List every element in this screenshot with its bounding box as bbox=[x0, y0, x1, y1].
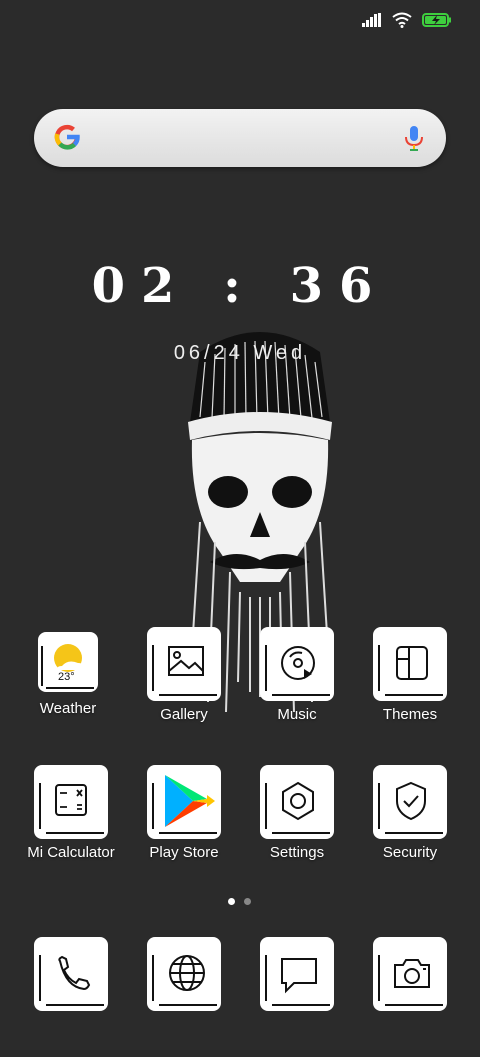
app-themes[interactable]: Themes bbox=[355, 627, 465, 723]
browser-icon bbox=[147, 937, 221, 1011]
app-security[interactable]: Security bbox=[355, 765, 465, 861]
app-gallery[interactable]: Gallery bbox=[129, 627, 239, 723]
dock-phone[interactable] bbox=[16, 937, 126, 1011]
play-store-icon bbox=[147, 765, 221, 839]
signal-icon bbox=[362, 12, 382, 32]
app-label: Settings bbox=[269, 844, 325, 861]
gallery-icon bbox=[147, 627, 221, 701]
app-label: Gallery bbox=[160, 706, 208, 723]
settings-icon bbox=[260, 765, 334, 839]
messages-icon bbox=[260, 937, 334, 1011]
page-dot bbox=[228, 898, 235, 905]
calculator-icon bbox=[34, 765, 108, 839]
google-g-icon bbox=[52, 122, 82, 157]
app-weather[interactable]: 23° Weather bbox=[13, 627, 123, 717]
camera-icon bbox=[373, 937, 447, 1011]
mic-icon[interactable] bbox=[404, 125, 424, 158]
music-icon bbox=[260, 627, 334, 701]
battery-charging-icon bbox=[422, 12, 452, 33]
weather-temp: 23° bbox=[58, 671, 75, 683]
wifi-icon bbox=[392, 12, 412, 33]
app-label: Play Store bbox=[149, 844, 219, 861]
app-label: Mi Calculator bbox=[27, 844, 115, 861]
app-label: Security bbox=[382, 844, 438, 861]
app-label: Music bbox=[277, 706, 317, 723]
app-label: Themes bbox=[382, 706, 438, 723]
dock-camera[interactable] bbox=[355, 937, 465, 1011]
security-icon bbox=[373, 765, 447, 839]
dock-browser[interactable] bbox=[129, 937, 239, 1011]
dock bbox=[0, 937, 480, 1057]
app-play-store[interactable]: Play Store bbox=[129, 765, 239, 861]
app-grid-row-1: 23° Weather Gallery Music Themes bbox=[0, 627, 480, 747]
dock-messages[interactable] bbox=[242, 937, 352, 1011]
clock-time[interactable]: 02 : 36 bbox=[0, 258, 480, 314]
status-bar bbox=[362, 8, 452, 36]
google-search-bar[interactable] bbox=[34, 109, 446, 167]
weather-icon: 23° bbox=[38, 632, 98, 692]
app-settings[interactable]: Settings bbox=[242, 765, 352, 861]
themes-icon bbox=[373, 627, 447, 701]
page-dot bbox=[244, 898, 251, 905]
app-label: Weather bbox=[39, 700, 97, 717]
app-music[interactable]: Music bbox=[242, 627, 352, 723]
page-indicator bbox=[228, 898, 251, 905]
phone-icon bbox=[34, 937, 108, 1011]
clock-date[interactable]: 06/24 Wed bbox=[0, 342, 480, 365]
app-mi-calculator[interactable]: Mi Calculator bbox=[16, 765, 126, 861]
app-grid-row-2: Mi Calculator Play Store Settings Securi… bbox=[0, 765, 480, 885]
